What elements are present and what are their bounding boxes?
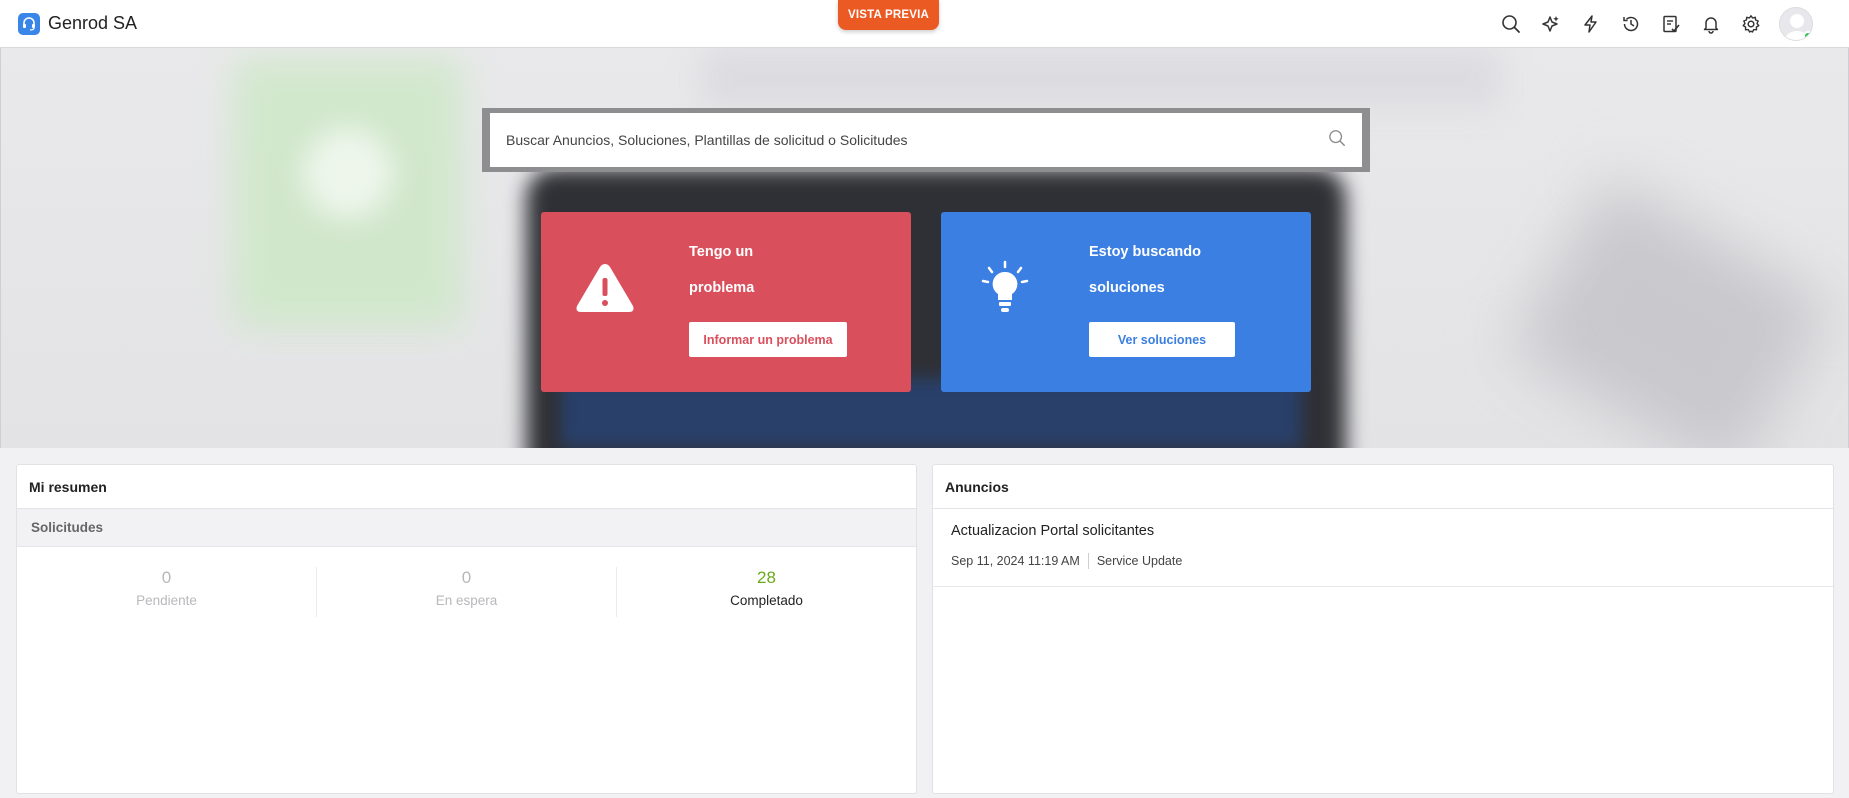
stat-value: 0 — [461, 568, 472, 587]
announcement-title[interactable]: Actualizacion Portal solicitantes — [951, 521, 1815, 541]
search-bar — [482, 108, 1370, 172]
top-header: Genrod SA VISTA PREVIA — [0, 0, 1849, 48]
brand[interactable]: Genrod SA — [18, 12, 138, 35]
preview-badge[interactable]: VISTA PREVIA — [838, 0, 939, 30]
announcement-category: Service Update — [1096, 554, 1183, 568]
stat-completed[interactable]: 28 Completado — [617, 567, 916, 617]
request-stats: 0 Pendiente 0 En espera 28 Completado — [17, 567, 916, 617]
search-input[interactable] — [506, 132, 1328, 148]
headset-logo-icon — [18, 12, 40, 35]
report-problem-button[interactable]: Informar un problema — [689, 322, 847, 357]
announcements-panel: Anuncios Actualizacion Portal solicitant… — [932, 464, 1834, 794]
card-heading: Tengo un problema — [689, 244, 755, 296]
gear-icon[interactable] — [1731, 4, 1771, 44]
bell-icon[interactable] — [1691, 4, 1731, 44]
brand-name: Genrod SA — [48, 13, 138, 33]
search-icon[interactable] — [1491, 4, 1531, 44]
hero-banner: Tengo un problema Informar un problema E… — [0, 48, 1849, 448]
warning-icon — [573, 260, 637, 316]
history-icon[interactable] — [1611, 4, 1651, 44]
background-blur — [701, 48, 1501, 108]
checklist-icon[interactable] — [1651, 4, 1691, 44]
header-toolbar — [1491, 0, 1813, 48]
divider — [1087, 553, 1089, 569]
lightbulb-icon — [973, 260, 1037, 316]
search-box — [490, 113, 1362, 167]
avatar[interactable] — [1779, 7, 1813, 41]
stat-pending[interactable]: 0 Pendiente — [17, 567, 317, 617]
card-heading: Estoy buscando soluciones — [1089, 244, 1201, 296]
find-solutions-card: Estoy buscando soluciones Ver soluciones — [941, 212, 1311, 392]
stat-on-hold[interactable]: 0 En espera — [317, 567, 617, 617]
stat-value: 0 — [161, 568, 172, 587]
sparkle-icon[interactable] — [1531, 4, 1571, 44]
stat-label: Completado — [730, 593, 803, 608]
announcement-date: Sep 11, 2024 11:19 AM — [951, 554, 1080, 568]
announcement-meta: Sep 11, 2024 11:19 AM Service Update — [951, 553, 1815, 569]
requests-section-header: Solicitudes — [17, 509, 916, 547]
summary-panel: Mi resumen Solicitudes 0 Pendiente 0 En … — [16, 464, 917, 794]
online-status-dot — [1803, 31, 1812, 40]
report-problem-card: Tengo un problema Informar un problema — [541, 212, 911, 392]
lightning-icon[interactable] — [1571, 4, 1611, 44]
background-blur — [1508, 176, 1834, 448]
background-blur — [303, 128, 393, 218]
stat-label: En espera — [435, 593, 498, 608]
stat-value: 28 — [757, 568, 776, 587]
stat-label: Pendiente — [136, 593, 197, 608]
list-item[interactable]: Actualizacion Portal solicitantes Sep 11… — [933, 509, 1833, 587]
search-icon[interactable] — [1328, 129, 1346, 152]
announcements-title: Anuncios — [933, 465, 1833, 509]
view-solutions-button[interactable]: Ver soluciones — [1089, 322, 1235, 357]
summary-title: Mi resumen — [17, 465, 916, 509]
